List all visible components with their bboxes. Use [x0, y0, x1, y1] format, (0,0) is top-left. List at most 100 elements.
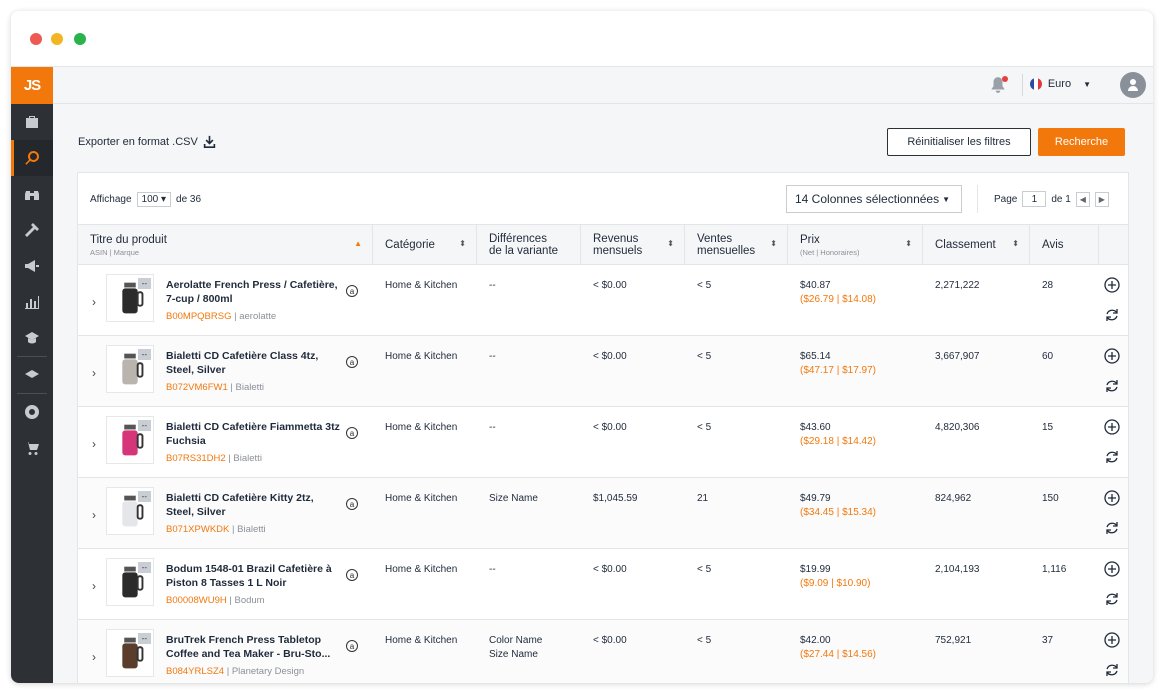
- sidebar-item-analytics[interactable]: [11, 284, 53, 320]
- page-number-input[interactable]: 1: [1022, 191, 1047, 207]
- sidebar-item-search[interactable]: [11, 140, 53, 176]
- product-title[interactable]: Bodum 1548-01 Brazil Cafetière à Piston …: [166, 562, 342, 590]
- product-thumbnail[interactable]: --: [106, 629, 154, 677]
- price-net: ($47.17: [800, 365, 834, 376]
- page-size-select[interactable]: 100 ▾: [136, 192, 172, 207]
- expand-row-chevron-icon[interactable]: ›: [92, 295, 96, 309]
- column-header-title[interactable]: Titre du produit ASIN | Marque ▲: [78, 225, 373, 265]
- price-breakdown: ($47.17 | $17.97): [800, 365, 876, 376]
- table-row[interactable]: › -- Aerolatte French Press / Cafetière, 7…: [78, 265, 1128, 336]
- currency-selector[interactable]: Euro ▼: [1029, 78, 1091, 90]
- add-product-button[interactable]: [1104, 490, 1120, 506]
- sidebar-item-academy[interactable]: [11, 357, 53, 393]
- sidebar-item-suitcase[interactable]: [11, 104, 53, 140]
- asin-link[interactable]: B00MPQBRSG: [166, 311, 231, 322]
- refresh-product-button[interactable]: [1104, 378, 1120, 394]
- megaphone-icon: [25, 260, 39, 272]
- table-row[interactable]: › -- Bodum 1548-01 Brazil Cafetière à Pist…: [78, 549, 1128, 620]
- variant-value: Size Name: [489, 493, 538, 504]
- sidebar-item-extension[interactable]: [11, 394, 53, 430]
- add-product-button[interactable]: [1104, 561, 1120, 577]
- page-size-value: 100: [141, 194, 159, 205]
- product-thumbnail[interactable]: --: [106, 416, 154, 464]
- amazon-icon[interactable]: a: [346, 427, 358, 439]
- amazon-icon[interactable]: a: [346, 569, 358, 581]
- refresh-icon: [1106, 451, 1118, 463]
- notifications-button[interactable]: [989, 76, 1008, 99]
- expand-row-chevron-icon[interactable]: ›: [92, 437, 96, 451]
- table-row[interactable]: › -- BruTrek French Press Tabletop Coffee …: [78, 620, 1128, 683]
- amazon-icon[interactable]: a: [346, 356, 358, 368]
- column-header-rank[interactable]: Classement ⬍: [923, 225, 1030, 265]
- product-title[interactable]: Aerolatte French Press / Cafetière, 7-cu…: [166, 278, 342, 306]
- price-breakdown: ($26.79 | $14.08): [800, 294, 876, 305]
- column-header-price[interactable]: Prix (Net | Honoraires) ⬍: [788, 225, 923, 265]
- reviews-cell: 15: [1042, 422, 1054, 433]
- column-header-sales[interactable]: Ventes mensuelles ⬍: [685, 225, 788, 265]
- minimize-window-button[interactable]: [51, 33, 63, 45]
- export-csv-link[interactable]: Exporter en format .CSV: [78, 135, 216, 148]
- asin-link[interactable]: B084YRLSZ4: [166, 666, 224, 677]
- thumbnail-tag: --: [137, 420, 151, 431]
- sort-icon: ⬍: [667, 239, 674, 248]
- asin-link[interactable]: B071XPWKDK: [166, 524, 229, 535]
- maximize-window-button[interactable]: [74, 33, 86, 45]
- amazon-icon[interactable]: a: [346, 498, 358, 510]
- sidebar-item-binoculars[interactable]: [11, 176, 53, 212]
- column-header-category[interactable]: Catégorie ⬍: [373, 225, 477, 265]
- product-thumbnail[interactable]: --: [106, 487, 154, 535]
- product-title[interactable]: Bialetti CD Cafetière Fiammetta 3tz Fuch…: [166, 420, 342, 448]
- column-header-reviews[interactable]: Avis: [1030, 225, 1099, 265]
- add-product-button[interactable]: [1104, 348, 1120, 364]
- columns-selector[interactable]: 14 Colonnes sélectionnées ▼: [786, 185, 962, 213]
- refresh-product-button[interactable]: [1104, 591, 1120, 607]
- add-product-button[interactable]: [1104, 277, 1120, 293]
- product-thumbnail[interactable]: --: [106, 558, 154, 606]
- amazon-icon[interactable]: a: [346, 285, 358, 297]
- expand-row-chevron-icon[interactable]: ›: [92, 579, 96, 593]
- price-value: $49.79: [800, 493, 831, 504]
- expand-row-chevron-icon[interactable]: ›: [92, 366, 96, 380]
- prev-page-button[interactable]: ◀: [1075, 191, 1090, 207]
- expand-row-chevron-icon[interactable]: ›: [92, 650, 96, 664]
- add-product-button[interactable]: [1104, 419, 1120, 435]
- page-size-control: Affichage 100 ▾ de 36: [90, 192, 201, 207]
- product-thumbnail[interactable]: --: [106, 345, 154, 393]
- asin-link[interactable]: B072VM6FW1: [166, 382, 228, 393]
- column-header-revenue[interactable]: Revenus mensuels ⬍: [581, 225, 685, 265]
- add-product-button[interactable]: [1104, 632, 1120, 648]
- refresh-product-button[interactable]: [1104, 520, 1120, 536]
- sidebar-item-megaphone[interactable]: [11, 248, 53, 284]
- table-row[interactable]: › -- Bialetti CD Cafetière Class 4tz, Stee…: [78, 336, 1128, 407]
- page-of-label: de 1: [1051, 193, 1071, 205]
- refresh-product-button[interactable]: [1104, 307, 1120, 323]
- reviews-cell: 1,116: [1042, 564, 1067, 575]
- asin-link[interactable]: B00008WU9H: [166, 595, 227, 606]
- user-icon: [1128, 79, 1138, 91]
- close-window-button[interactable]: [30, 33, 42, 45]
- reset-filters-button[interactable]: Réinitialiser les filtres: [887, 128, 1031, 156]
- expand-row-chevron-icon[interactable]: ›: [92, 508, 96, 522]
- refresh-product-button[interactable]: [1104, 449, 1120, 465]
- search-button[interactable]: Recherche: [1038, 128, 1125, 156]
- table-row[interactable]: › -- Bialetti CD Cafetière Fiammetta 3tz F…: [78, 407, 1128, 478]
- caret-down-icon: ▼: [1083, 79, 1091, 89]
- product-thumbnail[interactable]: --: [106, 274, 154, 322]
- user-avatar[interactable]: [1120, 72, 1146, 98]
- table-row[interactable]: › -- Bialetti CD Cafetière Kitty 2tz, Stee…: [78, 478, 1128, 549]
- results-panel: Affichage 100 ▾ de 36 14 Colonnes sélect…: [77, 172, 1129, 683]
- amazon-icon[interactable]: a: [346, 640, 358, 652]
- next-page-button[interactable]: ▶: [1094, 191, 1109, 207]
- column-header-variant[interactable]: Différences de la variante: [477, 225, 581, 265]
- sidebar-item-courses[interactable]: [11, 320, 53, 356]
- refresh-product-button[interactable]: [1104, 662, 1120, 678]
- asin-link[interactable]: B07RS31DH2: [166, 453, 226, 464]
- sidebar-item-cart[interactable]: [11, 430, 53, 466]
- toolbar-divider: [977, 185, 978, 213]
- app-logo[interactable]: JS: [11, 67, 53, 104]
- product-title[interactable]: Bialetti CD Cafetière Kitty 2tz, Steel, …: [166, 491, 342, 519]
- add-icon: [1104, 490, 1120, 506]
- sidebar-item-hammer[interactable]: [11, 212, 53, 248]
- product-title[interactable]: Bialetti CD Cafetière Class 4tz, Steel, …: [166, 349, 342, 377]
- product-title[interactable]: BruTrek French Press Tabletop Coffee and…: [166, 633, 342, 661]
